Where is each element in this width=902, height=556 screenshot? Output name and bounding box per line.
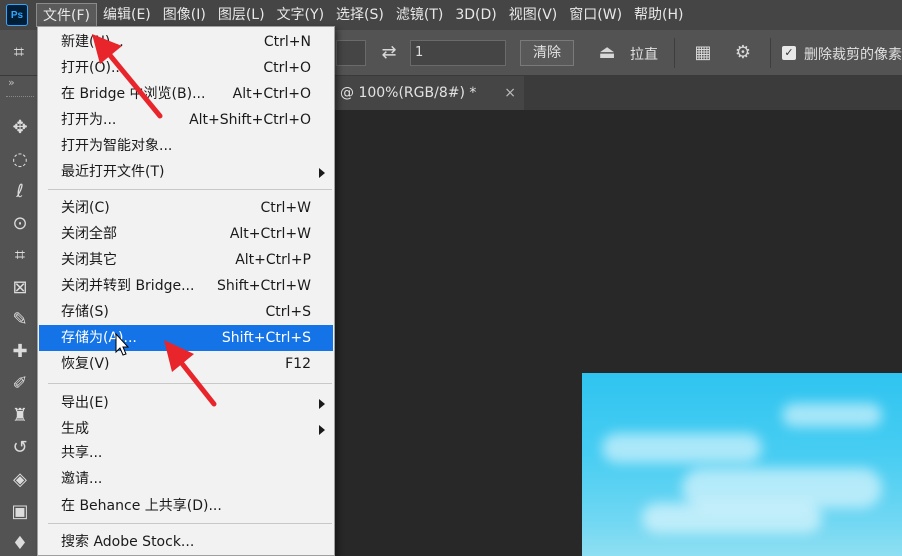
overlay-grid-icon[interactable]: ▦	[692, 42, 714, 64]
menu-item-share[interactable]: 共享...	[39, 440, 333, 466]
crop-tool-icon[interactable]: ⌗	[6, 244, 34, 268]
menu-item-revert[interactable]: 恢复(V) F12	[39, 351, 333, 377]
frame-tool-icon[interactable]: ⊠	[6, 276, 34, 300]
options-divider	[674, 38, 675, 68]
menu-item-new[interactable]: 新建(N)... Ctrl+N	[39, 29, 333, 55]
menu-3d[interactable]: 3D(D)	[449, 3, 502, 27]
document-tab-label: @ 100%(RGB/8#) *	[340, 85, 477, 101]
blur-tool-icon[interactable]: ♦	[6, 532, 34, 556]
menu-item-open[interactable]: 打开(O)... Ctrl+O	[39, 55, 333, 81]
menu-item-save[interactable]: 存储(S) Ctrl+S	[39, 299, 333, 325]
menu-image[interactable]: 图像(I)	[157, 3, 212, 27]
submenu-arrow-icon	[319, 425, 325, 435]
delete-cropped-pixels-checkbox[interactable]: ✓	[782, 46, 796, 60]
swap-dimensions-icon[interactable]: ⇄	[378, 42, 400, 64]
menu-separator	[48, 383, 332, 384]
cloud-shape	[782, 403, 882, 427]
menu-item-open-recent[interactable]: 最近打开文件(T)	[39, 159, 333, 185]
menu-item-invite[interactable]: 邀请...	[39, 466, 333, 492]
menu-item-close[interactable]: 关闭(C) Ctrl+W	[39, 195, 333, 221]
cloud-shape	[642, 503, 822, 533]
menu-edit[interactable]: 编辑(E)	[97, 3, 157, 27]
straighten-label[interactable]: 拉直	[630, 44, 658, 64]
eyedropper-tool-icon[interactable]: ✎	[6, 308, 34, 332]
menu-separator	[48, 523, 332, 524]
gear-icon[interactable]: ⚙	[732, 42, 754, 64]
quick-selection-tool-icon[interactable]: ⊙	[6, 212, 34, 236]
document-image[interactable]	[582, 373, 902, 556]
eraser-tool-icon[interactable]: ◈	[6, 468, 34, 492]
options-divider	[770, 38, 771, 68]
menu-item-share-on-behance[interactable]: 在 Behance 上共享(D)...	[39, 493, 333, 519]
clone-stamp-tool-icon[interactable]: ♜	[6, 404, 34, 428]
menu-item-search-adobe-stock[interactable]: 搜索 Adobe Stock...	[39, 529, 333, 555]
photoshop-logo-icon: Ps	[6, 4, 28, 26]
menu-item-export[interactable]: 导出(E)	[39, 390, 333, 416]
cloud-shape	[682, 468, 882, 508]
menu-item-open-as[interactable]: 打开为... Alt+Shift+Ctrl+O	[39, 107, 333, 133]
cloud-shape	[602, 433, 762, 463]
menu-file[interactable]: 文件(F)	[36, 3, 97, 27]
menu-select[interactable]: 选择(S)	[330, 3, 390, 27]
tools-panel: » ✥ ◌ ℓ ⊙ ⌗ ⊠ ✎ ✚ ✐ ♜ ↺ ◈ ▣ ♦	[0, 76, 40, 556]
file-menu-dropdown: 新建(N)... Ctrl+N 打开(O)... Ctrl+O 在 Bridge…	[37, 26, 335, 556]
document-tab[interactable]: @ 100%(RGB/8#) * ×	[332, 76, 524, 110]
close-icon[interactable]: ×	[504, 76, 516, 110]
ratio-height-field[interactable]: 1	[410, 40, 506, 66]
width-field[interactable]	[336, 40, 366, 66]
menu-window[interactable]: 窗口(W)	[563, 3, 628, 27]
menu-layer[interactable]: 图层(L)	[212, 3, 271, 27]
menu-item-save-as[interactable]: 存储为(A)... Shift+Ctrl+S	[39, 325, 333, 351]
menu-type[interactable]: 文字(Y)	[271, 3, 330, 27]
menu-help[interactable]: 帮助(H)	[628, 3, 689, 27]
panel-grip[interactable]	[6, 96, 34, 99]
menu-item-generate[interactable]: 生成	[39, 416, 333, 442]
menu-item-close-and-go-to-bridge[interactable]: 关闭并转到 Bridge... Shift+Ctrl+W	[39, 273, 333, 299]
submenu-arrow-icon	[319, 168, 325, 178]
menu-item-close-others[interactable]: 关闭其它 Alt+Ctrl+P	[39, 247, 333, 273]
menu-item-browse-in-bridge[interactable]: 在 Bridge 中浏览(B)... Alt+Ctrl+O	[39, 81, 333, 107]
menu-view[interactable]: 视图(V)	[503, 3, 564, 27]
straighten-icon[interactable]: ⏏	[596, 42, 618, 64]
lasso-tool-icon[interactable]: ℓ	[6, 180, 34, 204]
history-brush-tool-icon[interactable]: ↺	[6, 436, 34, 460]
crop-tool-preset-icon[interactable]: ⌗	[8, 42, 30, 64]
clear-button[interactable]: 清除	[520, 40, 574, 66]
brush-tool-icon[interactable]: ✐	[6, 372, 34, 396]
menu-filter[interactable]: 滤镜(T)	[390, 3, 449, 27]
move-tool-icon[interactable]: ✥	[6, 116, 34, 140]
menu-separator	[48, 189, 332, 190]
menu-item-close-all[interactable]: 关闭全部 Alt+Ctrl+W	[39, 221, 333, 247]
gradient-tool-icon[interactable]: ▣	[6, 500, 34, 524]
marquee-tool-icon[interactable]: ◌	[6, 148, 34, 172]
delete-cropped-pixels-label[interactable]: 删除裁剪的像素	[804, 44, 902, 64]
healing-brush-tool-icon[interactable]: ✚	[6, 340, 34, 364]
collapse-panel-icon[interactable]: »	[8, 76, 15, 89]
menu-item-open-as-smart-object[interactable]: 打开为智能对象...	[39, 133, 333, 159]
submenu-arrow-icon	[319, 399, 325, 409]
